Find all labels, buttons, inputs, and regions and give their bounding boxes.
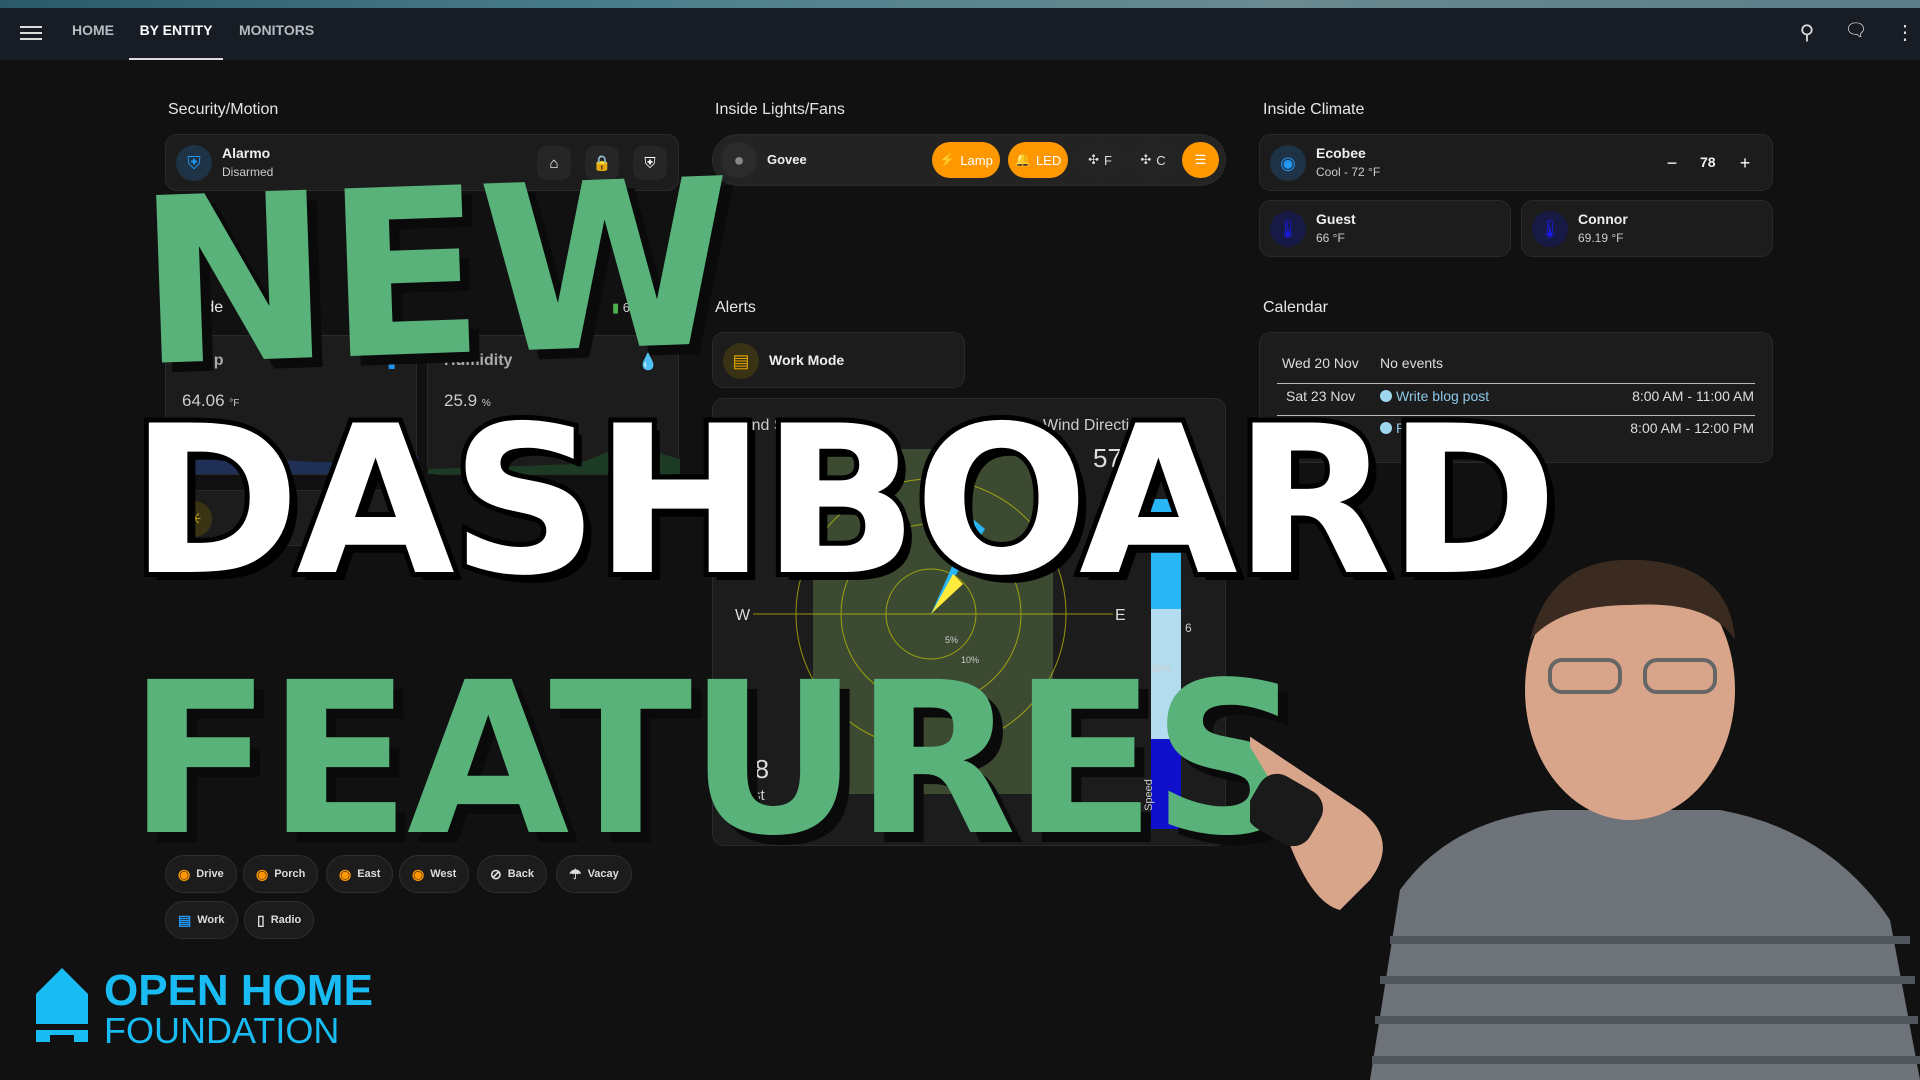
bulb-icon: ● (721, 142, 757, 178)
tab-monitors[interactable]: MONITORS (239, 8, 314, 60)
ecobee-setpoint: 78 (1700, 154, 1716, 170)
calendar-date: Wed 20 Nov (1282, 355, 1359, 371)
fan-f-button[interactable]: ✣ F (1077, 142, 1123, 178)
more-vert-icon[interactable]: ⋮ (1892, 20, 1918, 46)
search-icon[interactable]: ⚲ (1794, 20, 1820, 46)
govee-name: Govee (767, 152, 807, 167)
desk-icon: ▤ (178, 911, 192, 928)
tab-home[interactable]: HOME (72, 8, 114, 60)
decrease-temp-button[interactable]: − (1655, 146, 1689, 180)
led-button[interactable]: 🔔 LED (1008, 142, 1068, 178)
govee-card[interactable]: ● Govee ⚡ Lamp 🔔 LED ✣ F ✣ C ☰ (712, 134, 1226, 186)
guest-name: Guest (1316, 211, 1356, 227)
connor-temp-card[interactable]: 🌡 Connor 69.19 °F (1521, 200, 1773, 257)
lightning-icon: ⚡ (939, 152, 956, 167)
fan-f-label: F (1103, 152, 1112, 168)
chip-label: Radio (270, 914, 302, 926)
logo-line-2: FOUNDATION (104, 1010, 340, 1051)
thermometer-icon: 🌡 (1270, 211, 1306, 247)
work-mode-card[interactable]: ▤ Work Mode (712, 332, 965, 388)
assist-icon[interactable]: 🗨 (1843, 20, 1869, 46)
lamp-label: Lamp (960, 152, 993, 168)
connor-value: 69.19 °F (1578, 231, 1624, 245)
logo-line-1: OPEN HOME (104, 966, 373, 1015)
overlay-title-features: FEATURES (128, 637, 1303, 882)
ecobee-name: Ecobee (1316, 145, 1366, 161)
ecobee-card[interactable]: ◉ Ecobee Cool - 72 °F − 78 + (1259, 134, 1773, 191)
lamp-button[interactable]: ⚡ Lamp (932, 142, 1000, 178)
calendar-time: 8:00 AM - 12:00 PM (1630, 420, 1754, 436)
top-app-bar: HOME BY ENTITY MONITORS ⚲ 🗨 ⋮ (0, 8, 1920, 60)
section-title-climate: Inside Climate (1263, 101, 1365, 118)
chip-work[interactable]: ▤ Work (165, 901, 238, 939)
guest-value: 66 °F (1316, 231, 1345, 245)
bell-icon: 🔔 (1014, 152, 1031, 167)
guest-temp-card[interactable]: 🌡 Guest 66 °F (1259, 200, 1511, 257)
chip-label: Work (197, 914, 225, 926)
playlist-button[interactable]: ☰ (1182, 142, 1219, 178)
tab-by-entity[interactable]: BY ENTITY (129, 8, 223, 60)
section-title-lights: Inside Lights/Fans (715, 101, 845, 118)
calendar-time: 8:00 AM - 11:00 AM (1632, 388, 1754, 404)
increase-temp-button[interactable]: + (1728, 146, 1762, 180)
video-background-strip (0, 0, 1920, 8)
speed-bar-tick: 6 (1185, 621, 1192, 635)
menu-icon[interactable] (20, 22, 42, 44)
thermometer-icon: 🌡 (1532, 211, 1568, 247)
connor-name: Connor (1578, 211, 1628, 227)
fan-icon: ✣ (1088, 152, 1099, 167)
phone-icon: ▯ (257, 911, 265, 928)
fan-icon: ✣ (1140, 152, 1152, 167)
section-title-calendar: Calendar (1263, 299, 1328, 316)
calendar-event: No events (1380, 355, 1444, 371)
fan-c-button[interactable]: ✣ C (1130, 142, 1176, 178)
house-logo-icon (36, 968, 88, 1042)
overlay-title-new: NEW (133, 130, 734, 419)
fan-c-label: C (1156, 152, 1166, 168)
playlist-play-icon: ☰ (1194, 152, 1207, 167)
chip-radio[interactable]: ▯ Radio (244, 901, 315, 939)
thermostat-icon: ◉ (1270, 145, 1306, 181)
ecobee-state: Cool - 72 °F (1316, 165, 1381, 179)
led-label: LED (1035, 152, 1062, 168)
section-title-security: Security/Motion (168, 101, 279, 118)
work-mode-label: Work Mode (769, 352, 845, 368)
presenter-photo (1250, 560, 1920, 1080)
